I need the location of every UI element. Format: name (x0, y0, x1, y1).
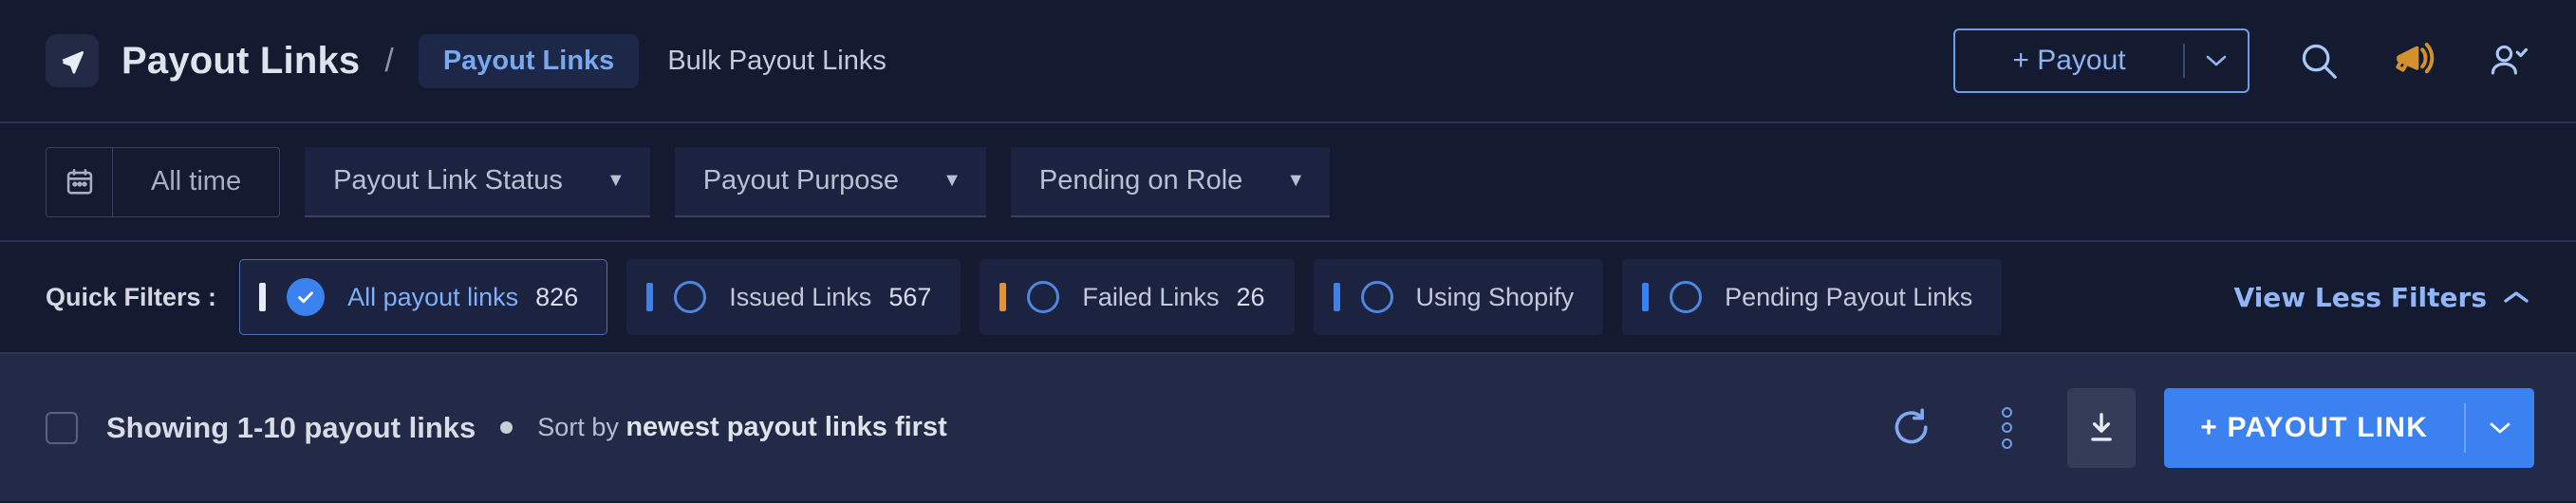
quick-filter-issued-links[interactable]: Issued Links 567 (626, 259, 961, 335)
send-icon[interactable] (46, 34, 99, 87)
more-options-icon[interactable] (1978, 400, 2035, 456)
view-less-filters-label: View Less Filters (2233, 281, 2487, 313)
user-account-icon[interactable] (2483, 35, 2534, 86)
dropdown-label: Payout Purpose (702, 165, 900, 196)
chevron-down-icon[interactable]: ▼ (1286, 170, 1305, 192)
chip-accent-bar (1333, 283, 1340, 311)
download-button[interactable] (2067, 387, 2137, 468)
radio-icon[interactable] (1360, 281, 1393, 313)
quick-filter-pending-payout-links[interactable]: Pending Payout Links (1622, 259, 2003, 335)
app-header: Payout Links / Payout Links Bulk Payout … (0, 0, 2576, 123)
radio-icon[interactable] (674, 281, 707, 313)
search-icon[interactable] (2293, 35, 2344, 86)
chevron-up-icon[interactable] (2502, 289, 2530, 306)
date-range-picker[interactable]: All time (46, 146, 281, 217)
dropdown-pending-on-role[interactable]: Pending on Role ▼ (1010, 146, 1331, 217)
breadcrumb-separator: / (384, 42, 394, 79)
sort-control[interactable]: Sort by newest payout links first (537, 412, 946, 443)
add-payout-link-label[interactable]: + PAYOUT LINK (2164, 388, 2464, 468)
filter-bar: All time Payout Link Status ▼ Payout Pur… (0, 123, 2576, 242)
chip-accent-bar (999, 283, 1007, 311)
chip-count: 826 (535, 282, 579, 311)
chip-label: Using Shopify (1415, 282, 1575, 311)
payout-button-label[interactable]: + Payout (1955, 30, 2183, 91)
dropdown-payout-link-status[interactable]: Payout Link Status ▼ (305, 146, 650, 217)
tab-bulk-payout-links[interactable]: Bulk Payout Links (639, 34, 911, 88)
page-title: Payout Links (121, 39, 361, 82)
megaphone-icon[interactable] (2388, 35, 2439, 86)
quick-filter-using-shopify[interactable]: Using Shopify (1313, 259, 1604, 335)
radio-icon[interactable] (1670, 281, 1703, 313)
chip-label: Pending Payout Links (1725, 282, 1973, 311)
select-all-checkbox[interactable] (46, 411, 78, 444)
add-payout-link-button[interactable]: + PAYOUT LINK (2164, 387, 2534, 468)
separator-dot (500, 421, 513, 434)
tab-payout-links[interactable]: Payout Links (418, 33, 640, 88)
calendar-icon[interactable] (47, 147, 113, 216)
dropdown-label: Payout Link Status (333, 165, 563, 196)
payout-split-button[interactable]: + Payout (1953, 28, 2249, 93)
chip-count: 567 (888, 282, 932, 311)
vertical-dots (2001, 406, 2012, 449)
chip-label: All payout links (347, 282, 519, 311)
date-range-value[interactable]: All time (113, 148, 279, 216)
dropdown-label: Pending on Role (1038, 165, 1243, 196)
chip-label: Issued Links (729, 282, 872, 311)
chip-count: 26 (1236, 282, 1265, 311)
chevron-down-icon[interactable] (2185, 30, 2248, 91)
chip-accent-bar (1642, 283, 1650, 311)
chevron-down-icon[interactable]: ▼ (607, 170, 625, 192)
chip-accent-bar (646, 283, 654, 311)
refresh-icon[interactable] (1883, 400, 1940, 456)
quick-filters-label: Quick Filters : (46, 282, 217, 311)
check-circle-icon[interactable] (287, 278, 326, 316)
quick-filter-all-payout-links[interactable]: All payout links 826 (239, 259, 608, 335)
chevron-down-icon[interactable]: ▼ (943, 170, 961, 192)
sort-prefix-label: Sort by (537, 413, 626, 441)
sort-value-label[interactable]: newest payout links first (625, 412, 946, 442)
quick-filter-failed-links[interactable]: Failed Links 26 (980, 259, 1295, 335)
chip-label: Failed Links (1082, 282, 1220, 311)
view-less-filters-button[interactable]: View Less Filters (2234, 282, 2530, 313)
dropdown-payout-purpose[interactable]: Payout Purpose ▼ (674, 146, 986, 217)
radio-icon[interactable] (1027, 281, 1060, 313)
results-toolbar: Showing 1-10 payout links Sort by newest… (0, 354, 2576, 501)
quick-filters-bar: Quick Filters : All payout links 826 Iss… (0, 242, 2576, 354)
chip-accent-bar (259, 283, 267, 311)
payout-links-page: Payout Links / Payout Links Bulk Payout … (0, 0, 2576, 503)
showing-count-label: Showing 1-10 payout links (106, 410, 476, 444)
chevron-down-icon[interactable] (2466, 388, 2534, 468)
